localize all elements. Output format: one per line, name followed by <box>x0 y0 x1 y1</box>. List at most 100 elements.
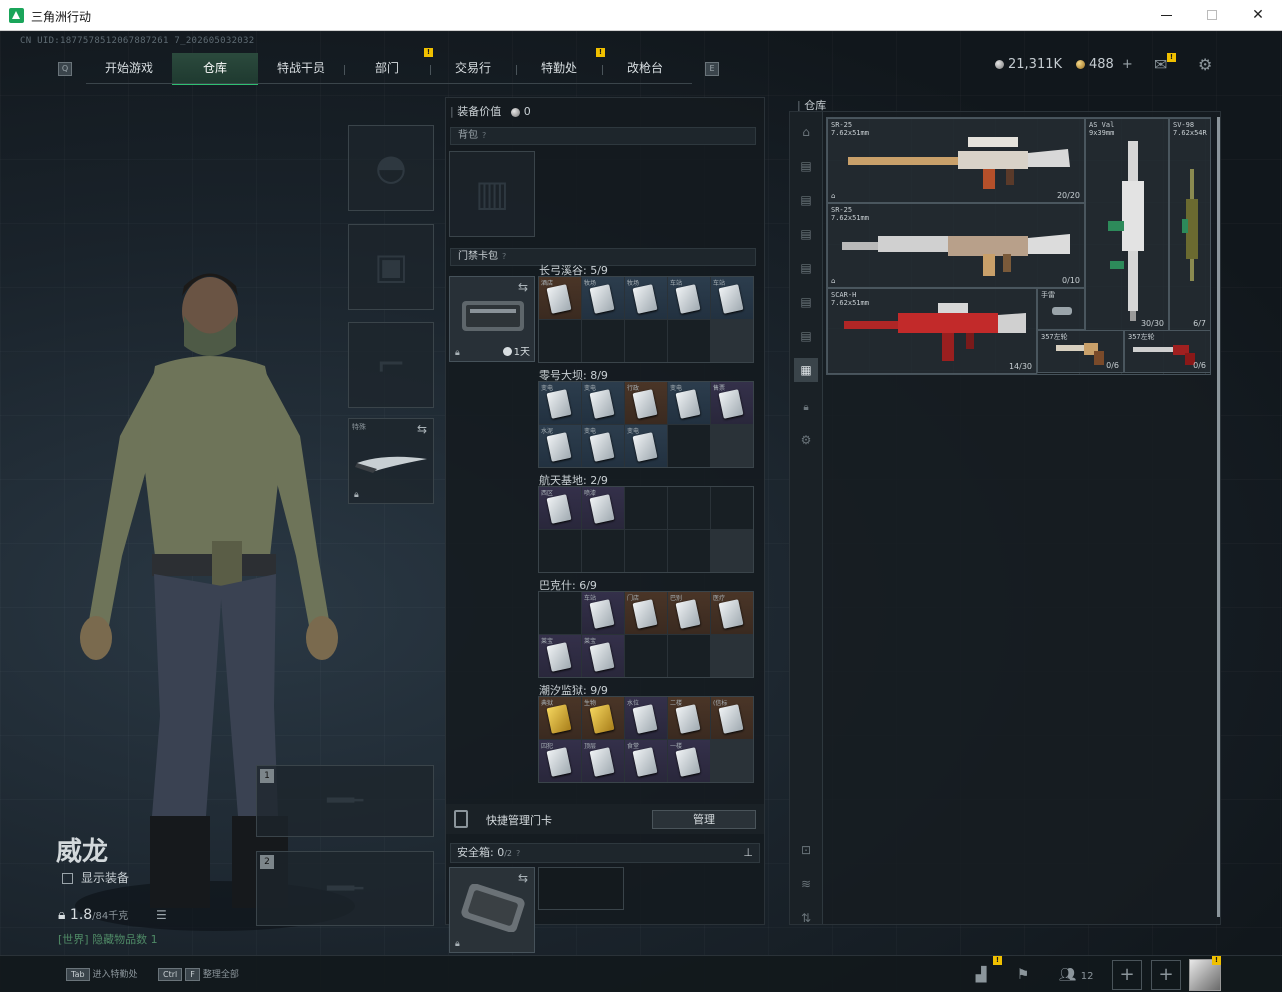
show-gear-checkbox[interactable] <box>62 873 73 884</box>
category-tab-icon[interactable]: ▤ <box>794 256 818 280</box>
keycard-bag-slot[interactable]: ⇆ 🔒︎ 1天 <box>449 276 535 362</box>
keycard-empty-slot[interactable] <box>625 530 667 572</box>
keycard-item[interactable]: 车站 <box>711 277 753 319</box>
manage-button[interactable]: 管理 <box>652 810 756 829</box>
keycard-item[interactable]: 车站 <box>668 277 710 319</box>
tab-gunsmith[interactable]: 改枪台 <box>602 53 688 85</box>
keycard-item[interactable]: 二楼 <box>668 697 710 739</box>
warehouse-scrollbar[interactable] <box>1217 117 1220 917</box>
maximize-button[interactable] <box>1192 3 1232 27</box>
pin-icon[interactable]: ⊥ <box>743 844 753 862</box>
weapon-sr25[interactable]: SR-25 7.62x51mm 20/20 ⌂ <box>827 118 1085 203</box>
keycard-item[interactable]: (信标 <box>711 697 753 739</box>
melee-slot[interactable]: 特殊 ⇆ 🔒︎ <box>348 418 434 504</box>
helmet-slot[interactable]: ◓ <box>348 125 434 211</box>
category-all-icon[interactable]: ⌂ <box>794 120 818 144</box>
settings-gear-icon[interactable]: ⚙ <box>1198 55 1212 74</box>
safe-box-empty-slot[interactable] <box>538 867 624 910</box>
category-tab-icon[interactable]: ▤ <box>794 154 818 178</box>
tab-warehouse[interactable]: 仓库 <box>172 53 258 85</box>
primary-weapon-slot[interactable]: 1 ━╾ <box>256 765 434 837</box>
swap-icon[interactable]: ⇆ <box>518 280 528 294</box>
weapon-sr25[interactable]: SR-25 7.62x51mm 0/10 ⌂ <box>827 203 1085 288</box>
keycard-item[interactable]: 酒店 <box>539 277 581 319</box>
tab-trading[interactable]: 交易行 <box>430 53 516 85</box>
tab-department[interactable]: 部门 <box>344 53 430 85</box>
keycard-item[interactable]: 牧场 <box>582 277 624 319</box>
nav-prev-key[interactable]: Q <box>58 62 72 76</box>
weapon-as-val[interactable]: AS Val 9x39mm 30/30 <box>1085 118 1169 331</box>
flag-icon[interactable]: ⚑ <box>1012 964 1034 986</box>
tab-start-game[interactable]: 开始游戏 <box>86 53 172 85</box>
weapon-357-revolver[interactable]: 357左轮 0/6 <box>1037 330 1124 373</box>
keycard-item[interactable]: 西区 <box>539 487 581 529</box>
keycard-item[interactable]: 莱宝 <box>539 635 581 677</box>
gold-currency[interactable]: 488 + <box>1076 57 1133 72</box>
keycard-item[interactable]: 囚犯 <box>539 740 581 782</box>
keycard-empty-slot[interactable] <box>668 635 710 677</box>
weapon-sv98[interactable]: SV-98 7.62x54R 6/7 <box>1169 118 1211 331</box>
keycard-empty-slot[interactable] <box>625 635 667 677</box>
nav-next-key[interactable]: E <box>705 62 719 76</box>
keycard-empty-slot[interactable] <box>625 320 667 362</box>
keycard-item[interactable]: 变电 <box>625 425 667 467</box>
keycard-item[interactable]: 喷漆 <box>582 487 624 529</box>
hint-special-ops[interactable]: Tab 进入特勤处 <box>66 967 138 981</box>
pistol-slot[interactable]: ⌐ <box>348 322 434 408</box>
close-button[interactable]: ✕ <box>1238 3 1278 27</box>
keycard-item[interactable]: 生物 <box>582 697 624 739</box>
weapon-357-revolver[interactable]: 357左轮 0/6 <box>1124 330 1211 373</box>
friends-icon[interactable]: 👥︎ 12 <box>1056 964 1096 986</box>
category-tab-icon[interactable]: ▤ <box>794 324 818 348</box>
keycard-empty-slot[interactable] <box>539 592 581 634</box>
hint-sort-all[interactable]: Ctrl F 整理全部 <box>158 967 239 981</box>
keycard-item[interactable]: 变电 <box>668 382 710 424</box>
warehouse-sort-icon[interactable]: ⇅ <box>794 906 818 930</box>
keycard-empty-slot[interactable] <box>711 487 753 529</box>
minimize-button[interactable] <box>1146 3 1186 27</box>
mail-icon[interactable]: ✉ <box>1154 55 1167 74</box>
keycard-item[interactable]: 售票 <box>711 382 753 424</box>
backpack-slot[interactable]: ▥ <box>449 151 535 237</box>
tab-special-ops[interactable]: 特勤处 <box>516 53 602 85</box>
keycard-item[interactable]: 门店 <box>625 592 667 634</box>
keycard-empty-slot[interactable] <box>668 425 710 467</box>
stats-chart-icon[interactable]: ▟ <box>970 964 992 986</box>
invite-slot-button[interactable]: + <box>1112 960 1142 990</box>
keycard-item[interactable]: 巴别 <box>668 592 710 634</box>
category-tab-icon[interactable]: ▤ <box>794 290 818 314</box>
keycard-empty-slot[interactable] <box>625 487 667 529</box>
tab-operators[interactable]: 特战干员 <box>258 53 344 85</box>
category-tab-icon[interactable]: ▤ <box>794 188 818 212</box>
keycard-empty-slot[interactable] <box>668 530 710 572</box>
keycard-item[interactable]: 车站 <box>582 592 624 634</box>
category-tab-icon[interactable]: ▤ <box>794 222 818 246</box>
category-lock-icon[interactable]: 🔒︎ <box>794 396 818 420</box>
keycard-empty-slot[interactable] <box>668 320 710 362</box>
keycard-item[interactable]: 变电 <box>582 382 624 424</box>
keycard-item[interactable]: 医疗 <box>711 592 753 634</box>
show-gear-toggle[interactable]: 显示装备 <box>62 869 129 886</box>
warehouse-stack-icon[interactable]: ≋ <box>794 872 818 896</box>
add-currency-button[interactable]: + <box>1122 57 1133 72</box>
keycard-item[interactable]: 水位 <box>625 697 667 739</box>
keycard-item[interactable]: 食堂 <box>625 740 667 782</box>
keycard-empty-slot[interactable] <box>539 530 581 572</box>
category-weapons-icon[interactable]: ▦ <box>794 358 818 382</box>
armor-slot[interactable]: ▣ <box>348 224 434 310</box>
keycard-empty-slot[interactable] <box>668 487 710 529</box>
keycard-empty-slot[interactable] <box>582 530 624 572</box>
keycard-item[interactable]: 顶层 <box>582 740 624 782</box>
item-grenade[interactable]: 手雷 <box>1037 288 1085 330</box>
weight-detail-icon[interactable]: ☰ <box>156 908 167 922</box>
warehouse-expand-icon[interactable]: ⊡ <box>794 838 818 862</box>
invite-slot-button[interactable]: + <box>1151 960 1181 990</box>
keycard-item[interactable]: 水泥 <box>539 425 581 467</box>
secondary-weapon-slot[interactable]: 2 ━╾ <box>256 851 434 926</box>
keycard-item[interactable]: 变电 <box>582 425 624 467</box>
category-settings-icon[interactable]: ⚙ <box>794 428 818 452</box>
swap-icon[interactable]: ⇆ <box>518 871 528 885</box>
keycard-item[interactable]: 典狱 <box>539 697 581 739</box>
keycard-item[interactable]: 牧场 <box>625 277 667 319</box>
keycard-item[interactable]: 变电 <box>539 382 581 424</box>
